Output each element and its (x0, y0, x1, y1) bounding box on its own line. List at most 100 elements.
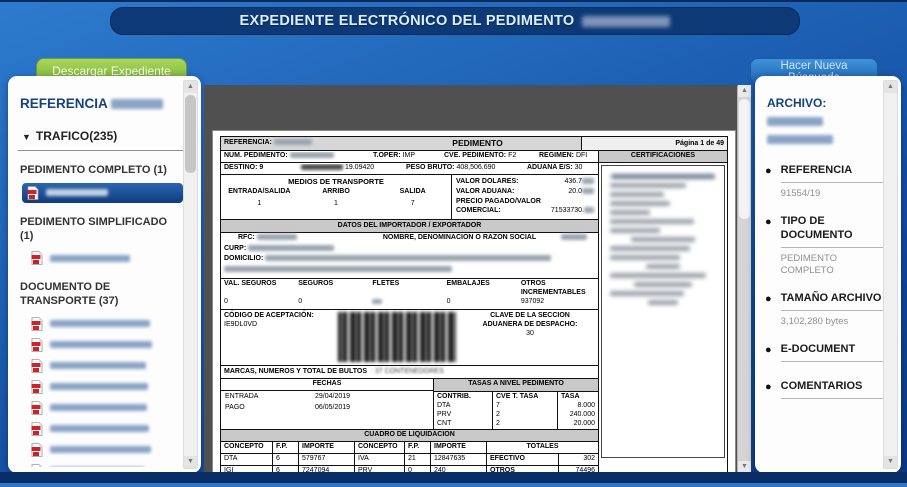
app-window: EXPEDIENTE ELECTRÓNICO DEL PEDIMENTO Des… (0, 0, 907, 487)
clave-seccion: CLAVE DE LA SECCION ADUANERA DE DESPACHO… (462, 310, 598, 365)
label: DOMICILIO: (224, 255, 264, 263)
right-sidebar-content: ARCHIVO: ● REFERENCIA 91554/19 ● TIPO DE DOC… (765, 86, 885, 467)
scroll-down-icon[interactable]: ▼ (884, 456, 897, 468)
file-info-label[interactable]: TIPO DE DOCUMENTO (781, 215, 885, 243)
liquidacion-cell: 6 (273, 454, 299, 465)
tasas-row: CNT 2 20.000 (434, 419, 598, 429)
fecha-entrada-row: ENTRADA 29/04/2019 (221, 391, 433, 403)
scroll-down-icon[interactable]: ▼ (184, 456, 197, 468)
transporte-column-header: ENTRADA/SALIDA (228, 188, 291, 196)
certificaciones-title: CERTIFICACIONES (599, 151, 727, 163)
redacted-certification-line (646, 263, 680, 269)
viewer-scrollbar[interactable]: ▲ ▼ (737, 85, 751, 473)
marcas-row: MARCAS, NUMEROS Y TOTAL DE BULTOS : 37 C… (221, 366, 598, 379)
codigo-aceptacion-box: CÓDIGO DE ACEPTACIÓN: IE9DL0VD CLAVE DE … (221, 310, 598, 366)
file-list-item[interactable] (26, 314, 183, 334)
scroll-up-icon[interactable]: ▲ (738, 85, 751, 97)
file-list-item[interactable] (26, 461, 183, 467)
redacted-file-name (767, 135, 833, 145)
incrementables-value: 0 (298, 298, 303, 306)
redacted-value (289, 152, 334, 159)
redacted-certification-line (610, 182, 686, 188)
reference-heading-row: REFERENCIA (20, 96, 183, 111)
left-panel-scrollbar[interactable]: ▲ ▼ (183, 80, 198, 469)
fechas-box: FECHAS ENTRADA 29/04/2019 PAGO 06/05/201… (221, 378, 434, 429)
liquidacion-cell: 21 (405, 454, 431, 465)
label: REGIMEN: (539, 152, 574, 160)
field-aduana-es: ADUANA E/S: 30 (524, 164, 598, 173)
pdf-file-icon (31, 463, 43, 467)
left-scrollbar-thumb[interactable] (185, 95, 196, 173)
viewer-scrollbar-thumb[interactable] (739, 99, 750, 219)
value: 436.7 (564, 178, 594, 187)
pdf-file-icon (31, 316, 43, 331)
file-list-item[interactable] (26, 248, 183, 268)
file-info-label[interactable]: REFERENCIA (781, 164, 885, 178)
right-panel-scrollbar[interactable]: ▲ ▼ (883, 80, 898, 469)
precio-pagado-row-2: COMERCIAL: 71533730. (456, 207, 594, 216)
file-list-item[interactable] (26, 419, 183, 439)
label: CÓDIGO DE ACEPTACIÓN: (224, 312, 314, 319)
redacted-file-name (50, 446, 151, 454)
tasas-column-header: TASA (561, 392, 580, 400)
label: ADUANERA DE DESPACHO: (482, 320, 578, 328)
file-list-item[interactable] (26, 440, 183, 460)
doc-transporte-valores: MEDIOS DE TRANSPORTE ENTRADA/SALIDA ARRIB… (221, 175, 598, 220)
incrementables-column-header: OTROS INCREMENTABLES (520, 279, 586, 296)
domicilio-row-2 (221, 265, 598, 276)
file-list-item[interactable] (26, 335, 183, 355)
doc-page-info: Página 1 de 49 (581, 137, 727, 150)
file-list-item[interactable] (26, 398, 183, 418)
file-info-label[interactable]: COMENTARIOS (781, 380, 885, 394)
tasas-column-header: CONTRIB. (434, 391, 493, 403)
pedimento-document-page: REFERENCIA: PEDIMENTO Página 1 de 49 NUM… (212, 130, 736, 473)
liquidacion-column-header: IMPORTE (431, 442, 487, 453)
redacted-certification-line (610, 290, 684, 296)
value: F2 (508, 152, 517, 160)
value: 9 (259, 164, 264, 172)
importador-bar: DATOS DEL IMPORTADOR / EXPORTADOR (221, 220, 598, 233)
transporte-value: 7 (410, 200, 415, 208)
sidebar-item-trafico[interactable]: ▼ TRAFICO(235) (22, 129, 183, 143)
scroll-up-icon[interactable]: ▲ (184, 81, 197, 93)
tasas-rows: DTA 7 8.000 PRV 2 240.000 CNT 2 20.000 (434, 402, 598, 429)
doc-fields-row-2: DESTINO: 9 19.09420 PESO BRUTO: 408,506.… (221, 163, 598, 175)
file-info-label[interactable]: TAMAÑO ARCHIVO (781, 292, 885, 306)
file-list-item[interactable] (26, 356, 183, 376)
label: CVE. PEDIMENTO: (444, 152, 507, 160)
file-info-item: ● TAMAÑO ARCHIVO 3,102,280 bytes (765, 292, 885, 330)
pdf-file-icon (31, 358, 43, 373)
label: RFC: (238, 233, 255, 241)
liquidacion-table: CONCEPTO F.P. IMPORTE CONCEPTO F.P. IMPORTE TO… (221, 442, 598, 473)
liquidacion-cell: 12847635 (431, 454, 487, 465)
file-info-value: PEDIMENTO COMPLETO (780, 252, 837, 276)
file-info-item: ● TIPO DE DOCUMENTO PEDIMENTO COMPLETO (765, 215, 885, 279)
redacted-file-name (767, 117, 823, 127)
liquidacion-column-header: CONCEPTO (221, 442, 273, 453)
incrementables-column-header: EMBALAJES (446, 279, 490, 287)
field-peso-bruto: PESO BRUTO: 408,506.690 (403, 164, 524, 173)
redacted-certification-line (610, 272, 706, 278)
label: PRECIO PAGADO/VALOR (456, 197, 541, 205)
liquidacion-column-header: F.P. (405, 442, 431, 453)
liquidacion-column-header: IMPORTE (299, 442, 355, 453)
divider (780, 181, 885, 183)
field-destino: DESTINO: 9 (221, 164, 298, 173)
liquidacion-cell: IVA (355, 454, 405, 465)
label: REFERENCIA: (224, 139, 272, 147)
barcode-image (338, 312, 456, 362)
tasas-columns: CONTRIB. CVE T. TASA TASA (434, 391, 598, 403)
collapse-arrow-icon[interactable]: ▼ (22, 132, 31, 142)
file-list-item[interactable] (22, 182, 183, 203)
scroll-up-icon[interactable]: ▲ (884, 81, 897, 93)
redacted-value (265, 255, 552, 262)
pdf-file-icon (31, 442, 43, 457)
redacted-file-name (46, 189, 108, 197)
tasas-cell: DTA (434, 402, 493, 411)
incrementables-value (372, 298, 446, 307)
file-info-label[interactable]: E-DOCUMENT (781, 343, 885, 357)
certificaciones-column: CERTIFICACIONES (599, 151, 727, 473)
file-info-value: 91554/19 (780, 187, 821, 199)
pdf-file-icon (31, 251, 43, 266)
file-list-item[interactable] (26, 377, 183, 397)
